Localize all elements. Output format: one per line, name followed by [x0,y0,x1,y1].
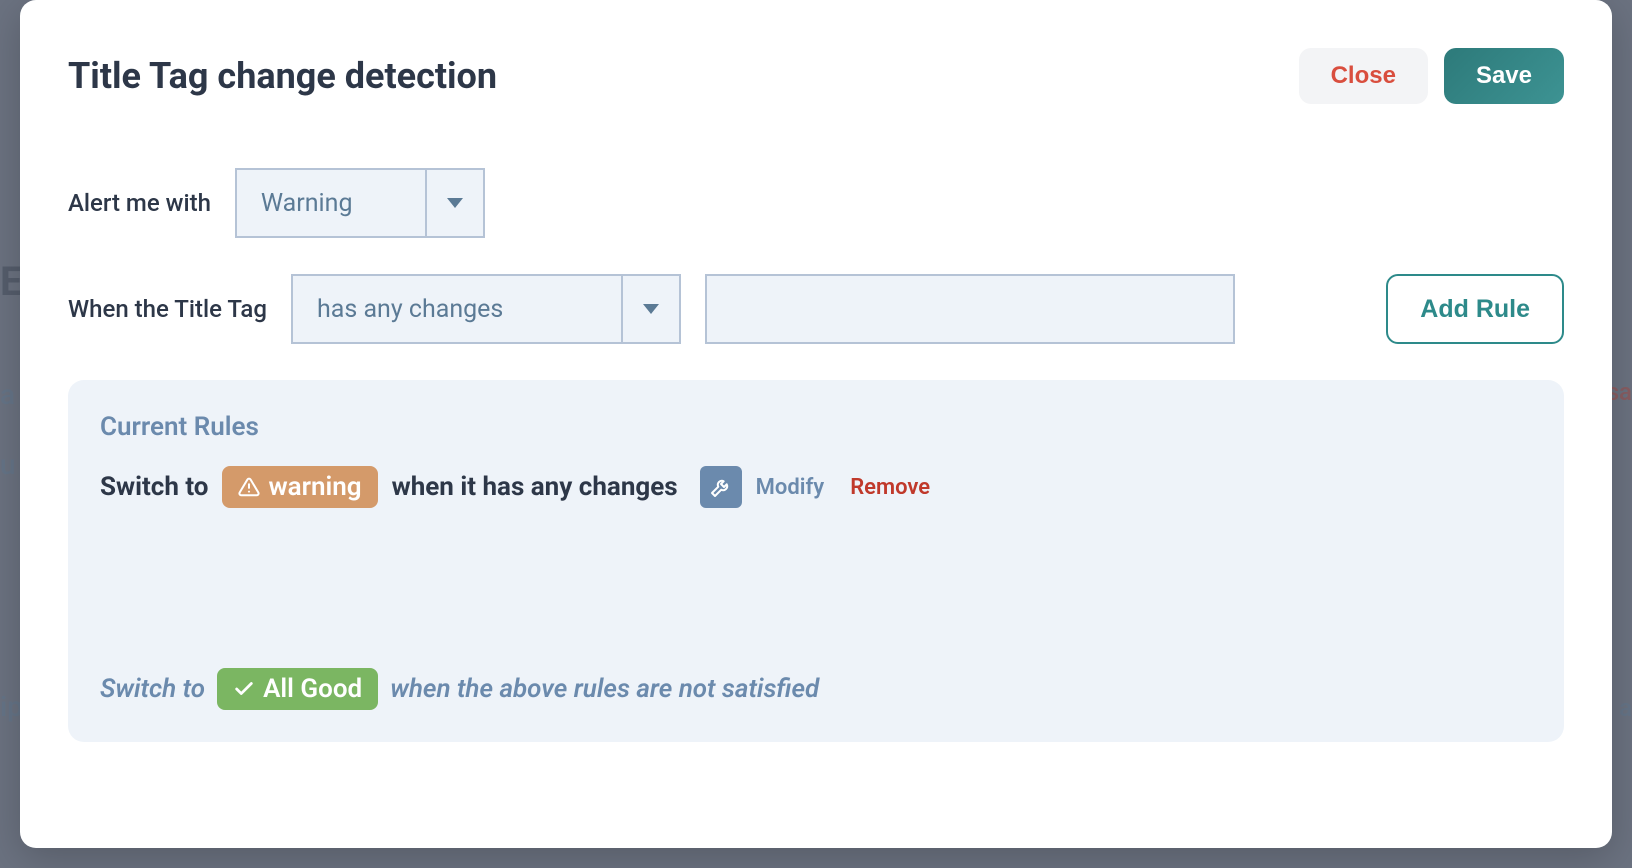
fallback-suffix: when the above rules are not satisfied [390,674,819,704]
wrench-icon [709,475,733,499]
bg-frag: u [0,448,16,481]
modal-header: Title Tag change detection Close Save [68,48,1564,104]
chevron-down-icon[interactable] [427,170,483,236]
check-icon [233,678,255,700]
current-rules-heading: Current Rules [100,412,1532,442]
alert-label: Alert me with [68,189,211,217]
modal-title: Title Tag change detection [68,55,497,97]
all-good-badge: All Good [217,668,378,710]
rule-row: Switch to warning when it has any change… [100,466,1532,508]
chevron-down-icon[interactable] [623,276,679,342]
warning-triangle-icon [238,476,260,498]
alert-level-select[interactable]: Warning [235,168,485,238]
current-rules-panel: Current Rules Switch to warning when it … [68,380,1564,742]
warning-badge-label: warning [268,472,361,502]
bg-frag: a [0,378,15,411]
condition-text-input[interactable] [705,274,1235,344]
rule-prefix: Switch to [100,472,208,502]
warning-badge: warning [222,466,377,508]
header-buttons: Close Save [1299,48,1564,104]
fallback-prefix: Switch to [100,674,205,704]
fallback-rule-row: Switch to All Good when the above rules … [100,668,1532,710]
alert-level-value: Warning [237,170,427,236]
row-condition: When the Title Tag has any changes Add R… [68,274,1564,344]
add-rule-button[interactable]: Add Rule [1386,274,1564,344]
remove-link[interactable]: Remove [850,475,930,500]
all-good-badge-label: All Good [263,674,362,704]
bg-frag: a [1619,694,1632,722]
condition-label: When the Title Tag [68,295,267,323]
close-button[interactable]: Close [1299,48,1428,104]
modify-icon-button[interactable] [700,466,742,508]
modify-link[interactable]: Modify [756,475,825,500]
condition-value: has any changes [293,276,623,342]
save-button[interactable]: Save [1444,48,1564,104]
condition-select[interactable]: has any changes [291,274,681,344]
row-alert-me-with: Alert me with Warning [68,168,1564,238]
dialog-title-tag-change-detection: Title Tag change detection Close Save Al… [20,0,1612,848]
rule-suffix: when it has any changes [392,472,678,502]
